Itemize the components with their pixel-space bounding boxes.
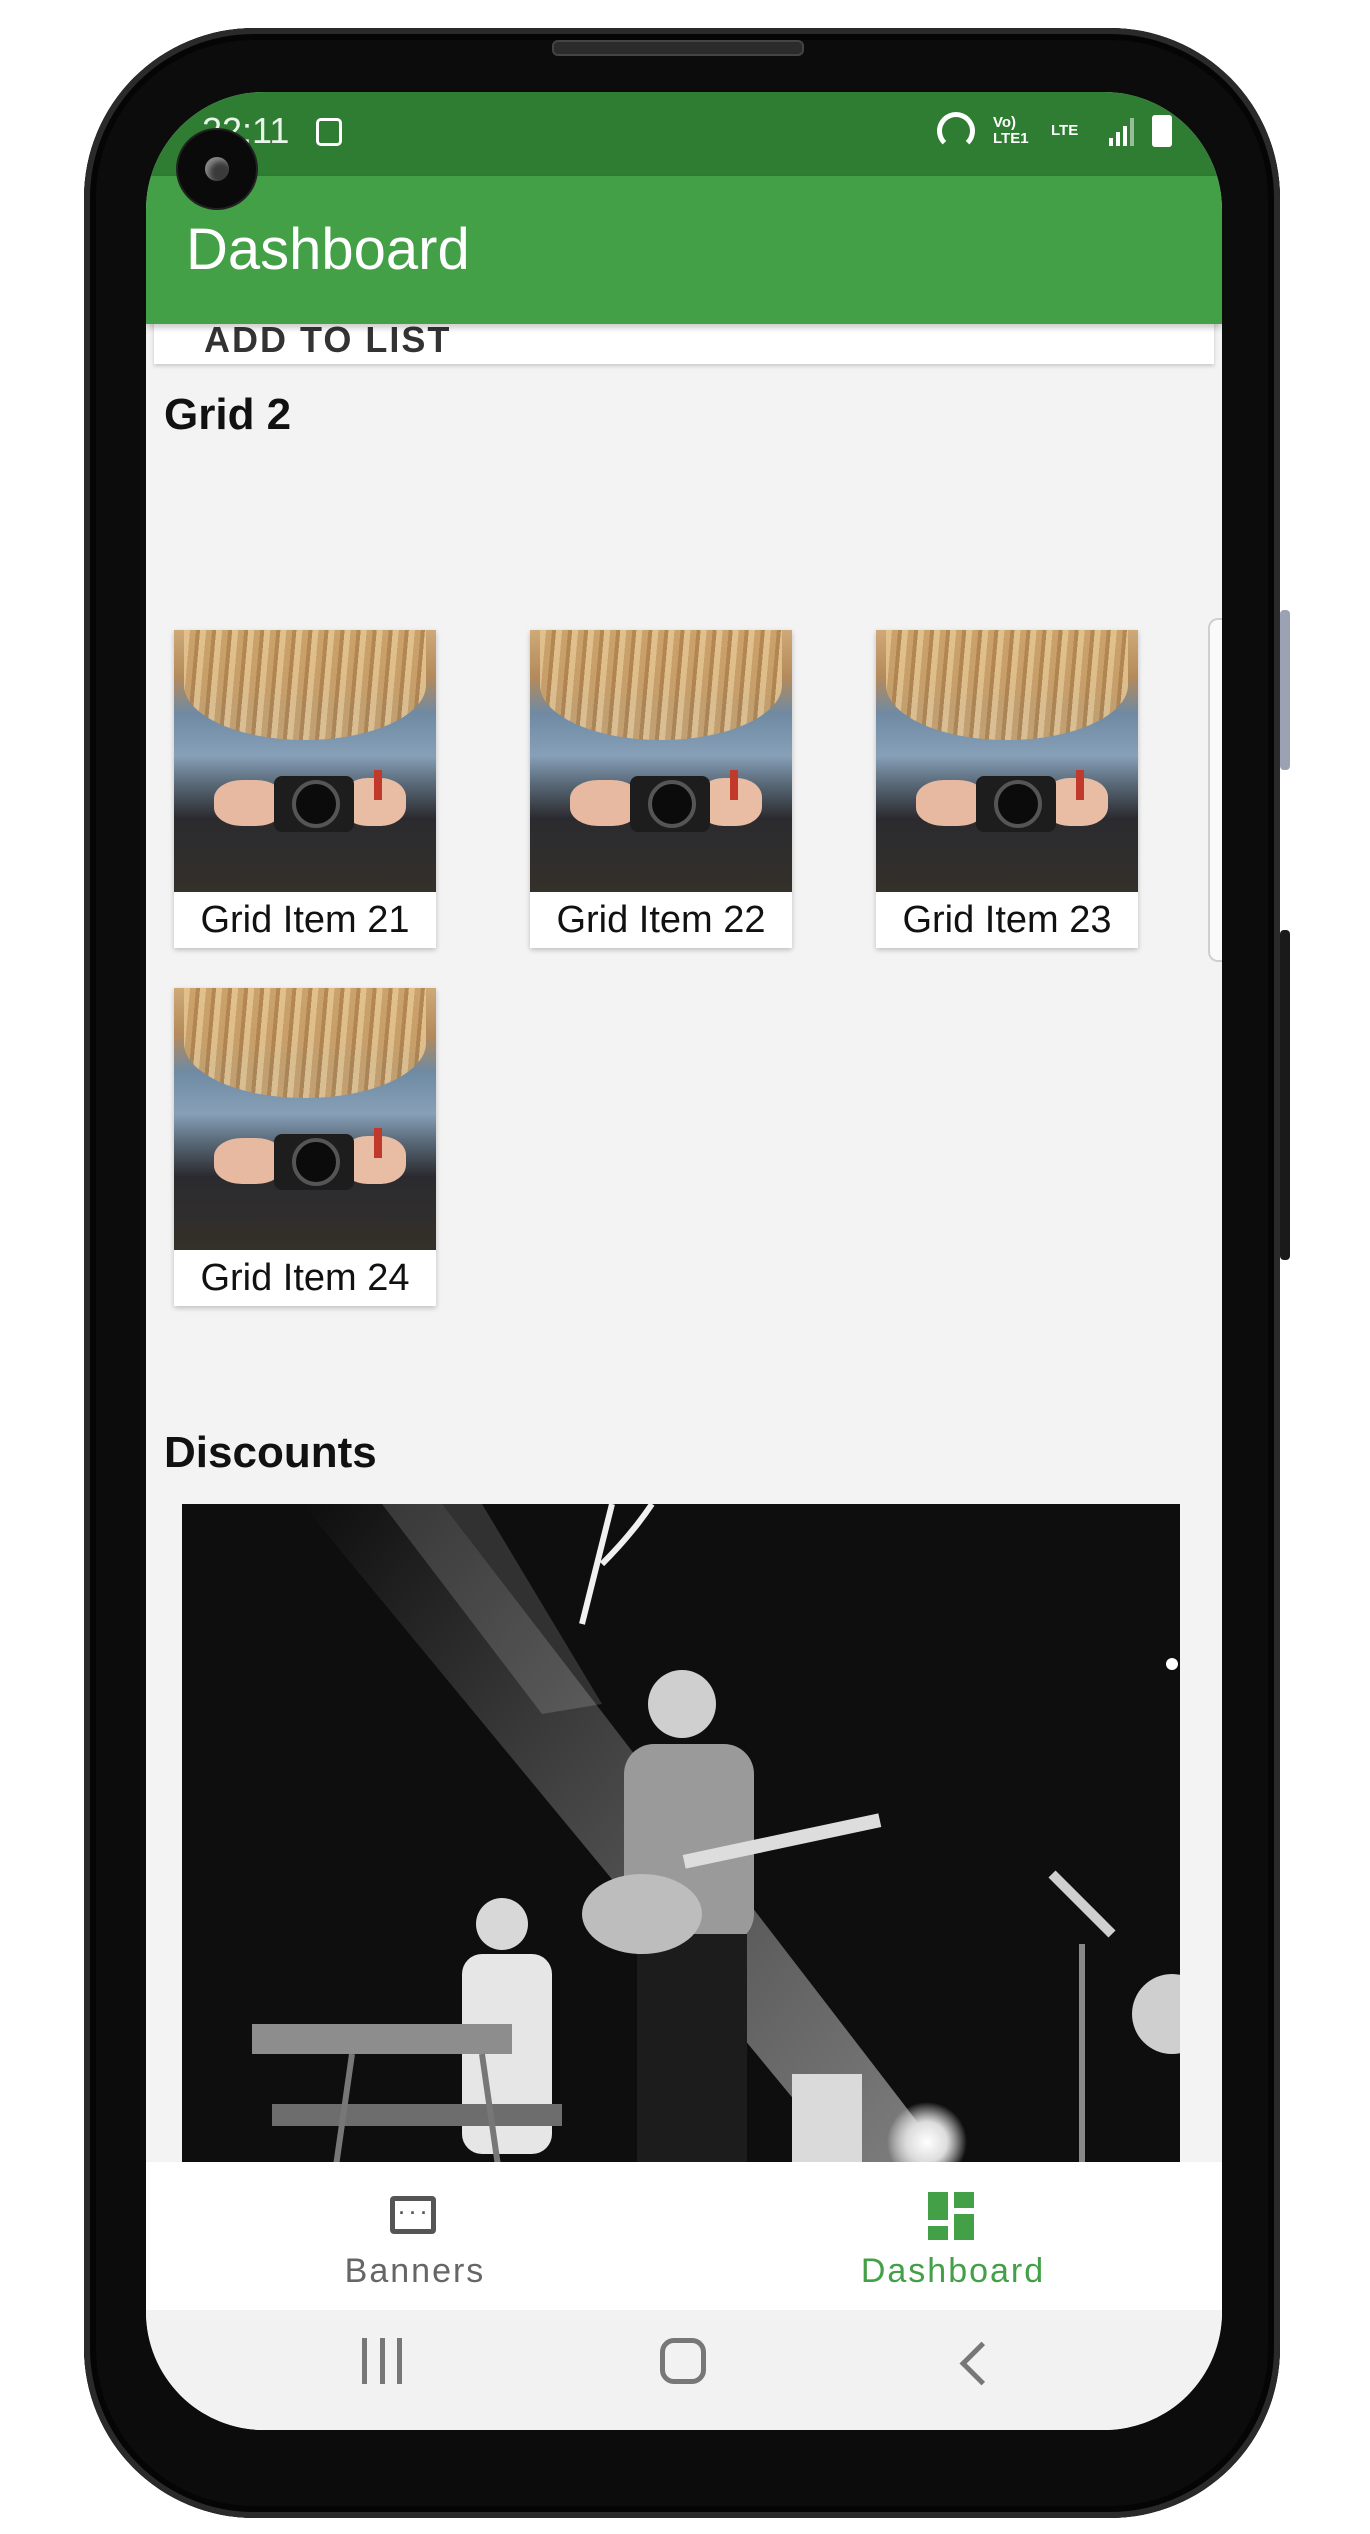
- page-title: Dashboard: [186, 217, 470, 282]
- grid-item-image: [174, 988, 436, 1250]
- note-icon: [316, 118, 342, 146]
- grid-item[interactable]: Grid Item 21: [174, 630, 436, 948]
- banners-icon: [388, 2190, 442, 2244]
- grid-item-image: [530, 630, 792, 892]
- app-bar: Dashboard: [146, 176, 1222, 324]
- recent-apps-icon[interactable]: [362, 2338, 402, 2384]
- discount-banner-image[interactable]: [182, 1504, 1180, 2264]
- earpiece-speaker: [552, 40, 804, 56]
- screen: 22:11 Vo) LTE1 LTE Dashboard ADD TO LIST…: [146, 92, 1222, 2430]
- front-camera: [178, 130, 256, 208]
- hotspot-icon: [937, 112, 975, 150]
- bottom-navigation: Banners Dashboard: [146, 2162, 1222, 2310]
- lte-icon: LTE: [1051, 122, 1079, 139]
- volte-icon: Vo) LTE1: [993, 114, 1029, 147]
- battery-icon: [1152, 115, 1172, 147]
- nav-label-dashboard: Dashboard: [860, 2252, 1046, 2290]
- previous-card: ADD TO LIST: [154, 324, 1214, 364]
- nav-label-banners: Banners: [344, 2252, 486, 2290]
- grid-item[interactable]: Grid Item 24: [174, 988, 436, 1306]
- grid-item-image: [876, 630, 1138, 892]
- next-page-peek[interactable]: [1208, 618, 1222, 962]
- home-icon[interactable]: [660, 2338, 706, 2384]
- section-title-discounts: Discounts: [164, 1428, 377, 1477]
- add-to-list-button[interactable]: ADD TO LIST: [204, 324, 451, 361]
- grid-item-image: [174, 630, 436, 892]
- signal-icon: [1109, 116, 1134, 146]
- grid-item[interactable]: Grid Item 23: [876, 630, 1138, 948]
- grid-item-label: Grid Item 21: [200, 899, 410, 941]
- grid-item-label: Grid Item 24: [200, 1257, 410, 1299]
- grid-item-label: Grid Item 22: [556, 899, 766, 941]
- dashboard-icon: [926, 2190, 980, 2244]
- grid-item[interactable]: Grid Item 22: [530, 630, 792, 948]
- system-navigation-bar: [146, 2310, 1222, 2430]
- nav-item-dashboard[interactable]: Dashboard: [684, 2162, 1222, 2310]
- nav-item-banners[interactable]: Banners: [146, 2162, 684, 2310]
- status-bar: 22:11 Vo) LTE1 LTE: [146, 92, 1222, 176]
- scroll-content[interactable]: ADD TO LIST Grid 2 Grid Item 21 Grid Ite…: [146, 324, 1222, 2264]
- concert-photo: [182, 1504, 1180, 2264]
- grid-item-label: Grid Item 23: [902, 899, 1112, 941]
- volume-button: [1280, 610, 1290, 770]
- power-button: [1280, 930, 1290, 1260]
- section-title-grid2: Grid 2: [164, 390, 292, 439]
- back-icon[interactable]: [959, 2341, 1004, 2386]
